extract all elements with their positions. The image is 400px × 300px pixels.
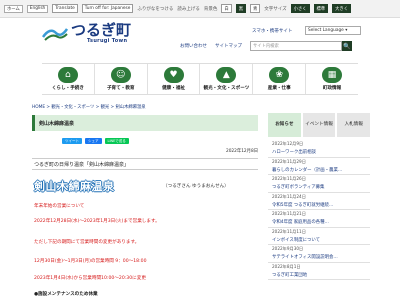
site-search-input[interactable]: サイト内検索: [250, 41, 342, 51]
text-size-label: 文字サイズ: [264, 6, 287, 12]
nav-item-living[interactable]: ⌂ くらし・手続き: [42, 64, 94, 94]
news-date: 2022年11月21日: [272, 211, 306, 216]
logo-title: つるぎ町: [71, 21, 132, 39]
section-heading: つるぎ町の日帰り温泉「剣山木綿麻温泉」: [32, 158, 258, 170]
nav-item-tourism[interactable]: ▲ 観光・文化・スポーツ: [199, 64, 252, 94]
list-item[interactable]: 2022年9月30日 サテライトオフィス開設説明会…: [268, 245, 370, 263]
nav-label: 観光・文化・スポーツ: [203, 86, 250, 91]
text-standard-button[interactable]: 標準: [313, 4, 329, 13]
news-list: 2022年12月9日 ハローワーク出前相談 2022年11月29日 暮らしのカレ…: [268, 140, 370, 280]
tab-bids[interactable]: 入札情報: [337, 113, 371, 137]
news-title[interactable]: 暮らしのカレンダー（計画・農業…: [272, 167, 370, 173]
nav-label: 子育て・教育: [106, 86, 135, 91]
read-aloud-link[interactable]: 読み上げる: [177, 6, 200, 12]
tab-news[interactable]: お知らせ: [268, 113, 301, 137]
bg-white-button[interactable]: 白: [221, 4, 232, 13]
news-title[interactable]: ハローワーク出前相談: [272, 149, 370, 155]
list-item[interactable]: 2022年11月29日 暮らしのカレンダー（計画・農業…: [268, 158, 370, 175]
tweet-button[interactable]: ツイート: [62, 138, 82, 144]
news-date: 2022年11月24日: [272, 193, 306, 199]
notice-line: 12月30日(金)～1月3日(月)の営業時間 9：00～18:00: [34, 259, 147, 264]
home-chip[interactable]: ホーム: [4, 4, 23, 13]
news-title[interactable]: 令和5年度 つるぎ町就労継続…: [272, 202, 370, 208]
heart-icon: ♥: [163, 67, 184, 83]
search-icon: 🔍: [343, 42, 351, 50]
news-date: 2022年12月9日: [272, 141, 304, 146]
news-date: 2022年9月30日: [272, 246, 304, 251]
list-item[interactable]: 2022年8月1日 つるぎ町工業団地: [268, 263, 370, 280]
news-date: 2022年8月1日: [272, 263, 301, 269]
logo-mark-icon: [41, 25, 69, 41]
news-title[interactable]: インボイス制度について: [272, 237, 370, 243]
bg-black-button[interactable]: 黒: [235, 4, 246, 13]
notice-line: 2022年12月28日(水)～2023年1月3日(火)まで営業します。: [34, 219, 160, 224]
list-item[interactable]: 2022年11月21日 令和4年度 家庭用品の各種…: [268, 210, 370, 228]
list-item[interactable]: 2022年11月26日 つるぎ町ボランティア募集: [268, 175, 370, 193]
update-date: 2022年12月8日: [225, 149, 258, 154]
translate-button[interactable]: Translate: [52, 4, 78, 13]
nav-item-industry[interactable]: ❀ 産業・仕事: [252, 64, 305, 94]
line-share-button[interactable]: LINEで送る: [104, 138, 129, 144]
site-logo[interactable]: つるぎ町 Tsurugi Town: [41, 21, 132, 44]
nav-item-government[interactable]: ▦ 町政情報: [305, 64, 358, 94]
nav-label: 産業・仕事: [267, 86, 291, 91]
onsen-title: 剣山木綿麻温泉: [34, 180, 115, 193]
facebook-share-button[interactable]: シェア: [85, 138, 102, 144]
utility-bar: ホーム English Translate Turn off for: Japa…: [0, 0, 400, 18]
text-large-button[interactable]: 大きく: [332, 4, 352, 13]
notice-line: 2023年1月4日(水)から営業時間10:00～20:30に変更: [34, 276, 146, 281]
nav-label: くらし・手続き: [51, 86, 84, 91]
mountain-icon: ▲: [216, 67, 237, 83]
breadcrumb[interactable]: HOME > 観光・文化・スポーツ > 観光 > 剣山木綿麻温泉: [32, 104, 146, 110]
news-date: 2022年11月29日: [272, 158, 306, 164]
share-buttons: ツイート シェア LINEで送る: [62, 138, 129, 144]
nav-label: 健康・福祉: [162, 86, 186, 91]
nav-item-childcare[interactable]: ☺ 子育て・教育: [93, 64, 147, 94]
house-icon: ⌂: [57, 67, 78, 83]
logo-subtitle: Tsurugi Town: [87, 38, 128, 44]
news-date: 2022年11月26日: [272, 176, 306, 181]
news-date: 2022年11月11日: [272, 228, 306, 234]
child-icon: ☺: [110, 67, 131, 83]
onsen-reading: （つるぎさん ゆうまおんせん）: [163, 184, 229, 189]
notice-heading: 年末年始の営業について: [34, 204, 85, 209]
leaf-icon: ❀: [269, 67, 290, 83]
list-item[interactable]: 2022年12月9日 ハローワーク出前相談: [268, 140, 370, 158]
global-nav: ⌂ くらし・手続き ☺ 子育て・教育 ♥ 健康・福祉 ▲ 観光・文化・スポーツ …: [42, 63, 358, 95]
select-language-dropdown[interactable]: Select Language ▾: [305, 26, 361, 35]
list-item[interactable]: 2022年11月11日 インボイス制度について: [268, 228, 370, 245]
page-title: 剣山木綿麻温泉: [32, 115, 258, 131]
list-item[interactable]: 2022年11月24日 令和5年度 つるぎ町就労継続…: [268, 193, 370, 210]
news-title[interactable]: サテライトオフィス開設説明会…: [272, 254, 370, 260]
sidebar-tabs: お知らせ イベント情報 入札情報: [268, 113, 371, 137]
tab-events[interactable]: イベント情報: [302, 113, 336, 137]
language-chip[interactable]: English: [26, 4, 49, 13]
text-small-button[interactable]: 小さく: [290, 4, 310, 13]
notice-line: ただし下記の期間にて営業時間の変更があります。: [34, 240, 140, 245]
building-icon: ▦: [322, 67, 343, 83]
search-button[interactable]: 🔍: [342, 41, 352, 51]
furigana-link[interactable]: ふりがなをつける: [137, 6, 173, 12]
news-title[interactable]: 令和4年度 家庭用品の各種…: [272, 219, 370, 225]
sitemap-link[interactable]: サイトマップ: [215, 43, 242, 49]
news-title[interactable]: つるぎ町工業団地: [272, 272, 370, 278]
mobile-site-link[interactable]: スマホ・携帯サイト: [252, 28, 292, 34]
nav-item-health[interactable]: ♥ 健康・福祉: [146, 64, 200, 94]
nav-label: 町政情報: [322, 86, 342, 91]
turn-off-japanese-button[interactable]: Turn off for: Japanese: [81, 4, 134, 13]
contact-link[interactable]: お問い合わせ: [180, 43, 207, 49]
news-title[interactable]: つるぎ町ボランティア募集: [272, 184, 370, 190]
bg-blue-button[interactable]: 青: [249, 4, 261, 13]
site-header: つるぎ町 Tsurugi Town スマホ・携帯サイト Select Langu…: [0, 18, 400, 58]
closure-notice: ●施設メンテナンスのため休業: [34, 292, 98, 297]
bg-color-label: 背景色: [203, 6, 218, 12]
